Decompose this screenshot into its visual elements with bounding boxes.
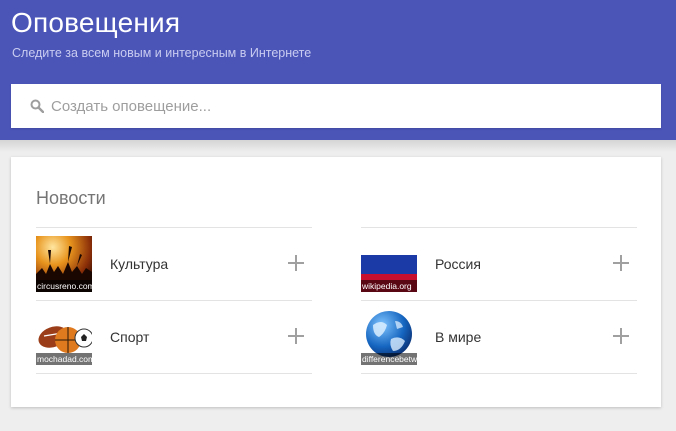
- topic-label: Культура: [110, 256, 169, 272]
- topic-item-russia[interactable]: wikipedia.org Россия: [361, 227, 637, 300]
- plus-icon[interactable]: [613, 255, 629, 271]
- topic-item-culture[interactable]: circusreno.com Культура: [36, 227, 312, 300]
- page-title: Оповещения: [11, 7, 181, 38]
- thumbnail-source: differencebetween: [361, 353, 417, 365]
- topic-thumbnail-culture: circusreno.com: [36, 236, 92, 292]
- plus-icon[interactable]: [613, 328, 629, 344]
- plus-icon[interactable]: [288, 328, 304, 344]
- topic-label: Россия: [435, 256, 481, 272]
- header-shadow: [0, 140, 676, 152]
- plus-icon[interactable]: [288, 255, 304, 271]
- topic-item-world[interactable]: differencebetween В мире: [361, 300, 637, 374]
- topic-item-sport[interactable]: mochadad.com Спорт: [36, 300, 312, 374]
- news-section-title: Новости: [36, 188, 106, 208]
- thumbnail-source: wikipedia.org: [361, 280, 417, 292]
- header-bar: Оповещения Следите за всем новым и интер…: [0, 0, 676, 140]
- topic-label: В мире: [435, 329, 482, 345]
- topic-thumbnail-russia: wikipedia.org: [361, 236, 417, 292]
- page-subtitle: Следите за всем новым и интересным в Инт…: [12, 46, 312, 60]
- thumbnail-source: mochadad.com: [36, 353, 92, 365]
- create-alert-input[interactable]: [51, 84, 651, 128]
- topic-thumbnail-sport: mochadad.com: [36, 309, 92, 365]
- topic-label: Спорт: [110, 329, 150, 345]
- news-card: Новости circusreno.com Культура wikipedi…: [11, 157, 661, 407]
- thumbnail-source: circusreno.com: [36, 280, 92, 292]
- search-icon: [30, 99, 44, 113]
- search-box[interactable]: [11, 84, 661, 128]
- topic-thumbnail-world: differencebetween: [361, 309, 417, 365]
